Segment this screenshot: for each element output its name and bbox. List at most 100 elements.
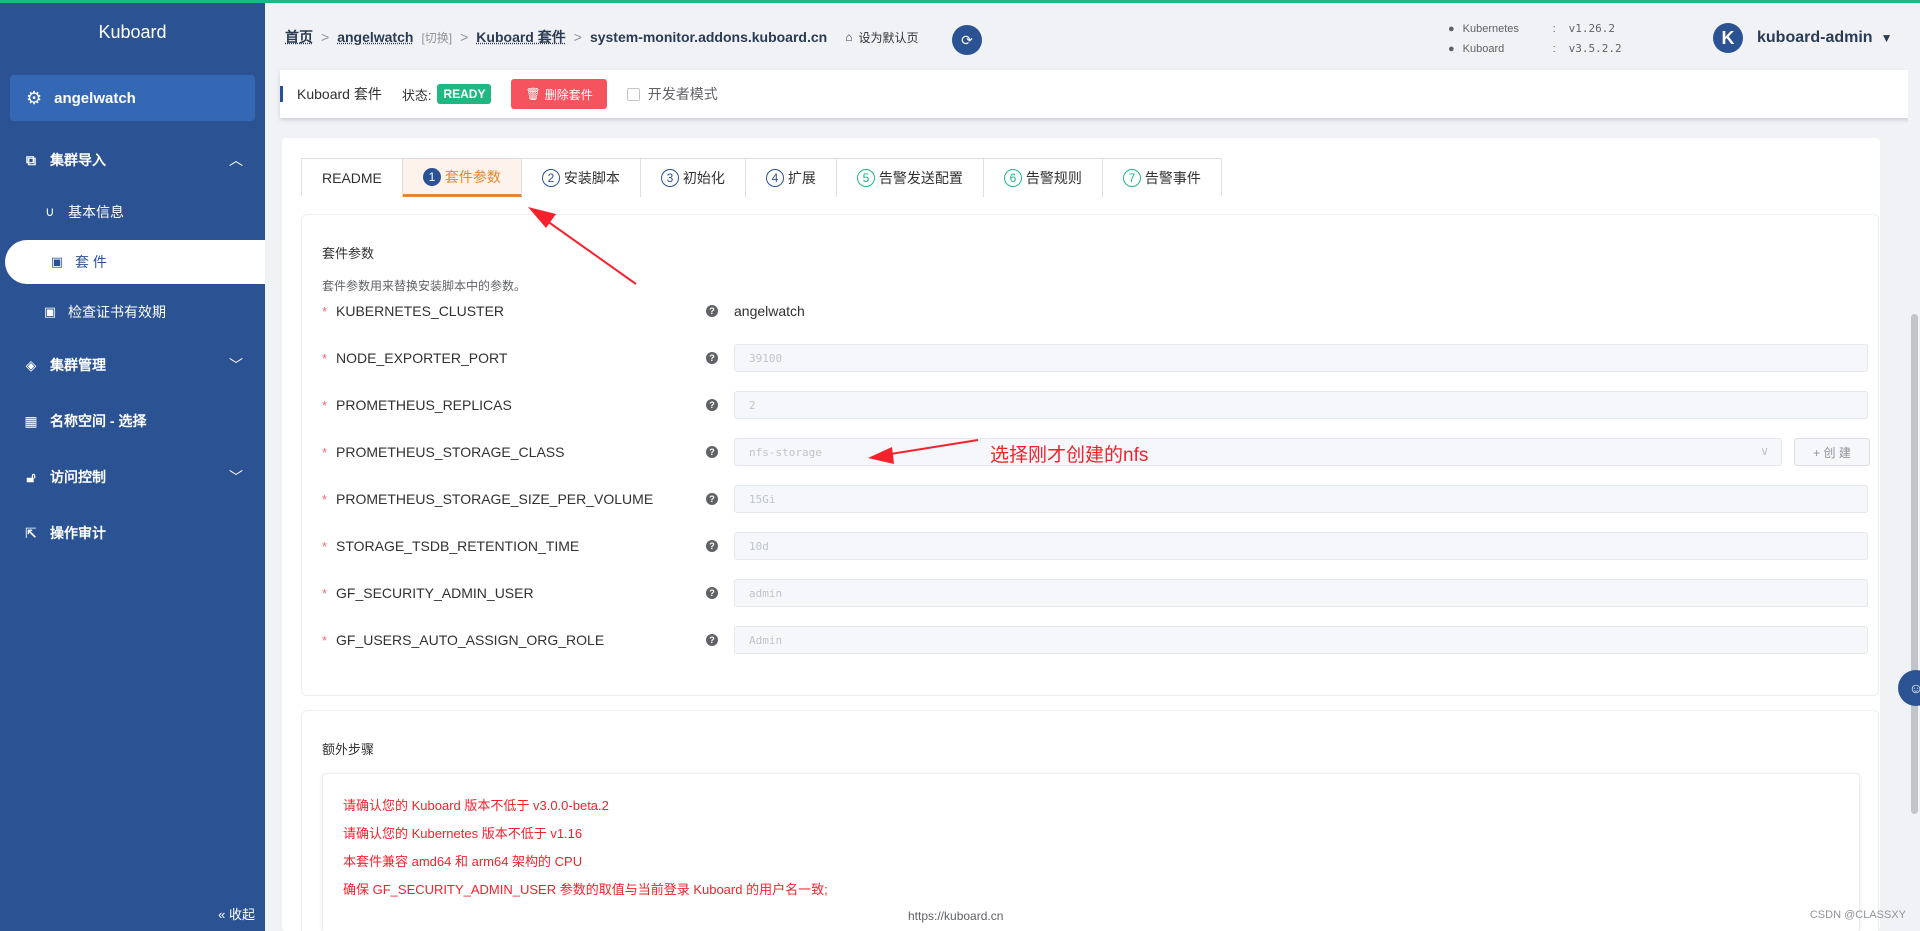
sidebar-item-cluster-manage[interactable]: ◈ 集群管理 ﹀ — [0, 343, 265, 387]
param-name: GF_USERS_AUTO_ASSIGN_ORG_ROLE — [336, 632, 605, 648]
param-name: PROMETHEUS_STORAGE_CLASS — [336, 444, 565, 460]
tab-suite-params[interactable]: 1 套件参数 — [402, 159, 522, 197]
sidebar-item-basic-info[interactable]: ∪ 基本信息 — [0, 190, 265, 234]
retention-time-input[interactable]: 10d — [734, 532, 1868, 560]
home-icon: ⌂ — [845, 30, 853, 44]
help-icon[interactable]: ? — [706, 587, 718, 599]
sidebar-item-check-cert[interactable]: ▣ 检查证书有效期 — [0, 290, 265, 334]
step-number: 5 — [856, 169, 875, 187]
tab-label: 告警发送配置 — [878, 170, 963, 186]
chevron-down-icon: ∨ — [1760, 444, 1769, 458]
extra-step-line: 请确认您的 Kubernetes 版本不低于 v1.16 — [343, 826, 583, 841]
tab-label: 套件参数 — [444, 168, 501, 185]
sidebar-item-cluster-import[interactable]: ⧉ 集群导入 ︿ — [0, 138, 265, 182]
bullet-icon: ● — [1448, 43, 1455, 55]
help-icon[interactable]: ? — [706, 352, 718, 364]
tab-alert-send-config[interactable]: 5 告警发送配置 — [836, 159, 984, 197]
dev-mode-label[interactable]: 开发者模式 — [648, 84, 718, 104]
params-title: 套件参数 — [322, 246, 375, 261]
required-mark: * — [322, 585, 328, 601]
admin-user-input[interactable]: admin — [734, 579, 1868, 607]
sidebar-item-suite[interactable]: ▣ 套 件 — [5, 240, 265, 284]
required-mark: * — [322, 350, 328, 366]
org-role-input[interactable]: Admin — [734, 626, 1868, 654]
required-mark: * — [322, 632, 328, 648]
delete-suite-button[interactable]: 🗑︎ 删除套件 — [511, 79, 607, 109]
layers-icon: ◈ — [25, 356, 37, 373]
prometheus-replicas-input[interactable]: 2 — [734, 391, 1868, 419]
help-icon[interactable]: ? — [706, 446, 718, 458]
footer-url[interactable]: https://kuboard.cn — [908, 909, 1003, 923]
collapse-button[interactable]: « 收起 — [218, 904, 255, 923]
param-value: angelwatch — [734, 303, 805, 319]
lock-icon: 🔓︎ — [26, 468, 36, 485]
trash-icon: 🗑︎ — [525, 87, 541, 101]
create-storage-class-button[interactable]: + 创 建 — [1794, 438, 1870, 466]
extra-steps-box: 请确认您的 Kuboard 版本不低于 v3.0.0-beta.2 请确认您的 … — [322, 773, 1860, 931]
param-row: * GF_SECURITY_ADMIN_USER ? admin — [322, 578, 1872, 608]
tab-label: 安装脚本 — [563, 170, 620, 186]
tab-alert-events[interactable]: 7 告警事件 — [1102, 159, 1221, 197]
sidebar-item-label: 集群管理 — [50, 357, 106, 373]
refresh-button[interactable]: ⟳ — [952, 25, 982, 55]
extra-step-line: 请确认您的 Kuboard 版本不低于 v3.0.0-beta.2 — [343, 798, 609, 813]
help-icon[interactable]: ? — [706, 540, 718, 552]
top-accent-bar — [0, 0, 1920, 3]
breadcrumb-cluster[interactable]: angelwatch — [337, 29, 413, 45]
scrollbar[interactable] — [1908, 64, 1920, 931]
required-mark: * — [322, 538, 328, 554]
param-name: GF_SECURITY_ADMIN_USER — [336, 585, 534, 601]
tab-readme[interactable]: README — [302, 159, 403, 197]
sidebar-item-label: 操作审计 — [50, 525, 106, 541]
param-name: PROMETHEUS_STORAGE_SIZE_PER_VOLUME — [336, 491, 654, 507]
extra-steps-card: 额外步骤 请确认您的 Kuboard 版本不低于 v3.0.0-beta.2 请… — [301, 710, 1879, 931]
param-row: * PROMETHEUS_REPLICAS ? 2 — [322, 390, 1872, 420]
user-menu[interactable]: K kuboard-admin ▼ — [1713, 23, 1892, 53]
step-number: 6 — [1003, 169, 1022, 187]
sidebar-item-label: 集群导入 — [50, 152, 106, 168]
set-default-page-link[interactable]: 设为默认页 — [858, 29, 918, 46]
chat-float-button[interactable]: ☺ — [1898, 670, 1920, 706]
step-number: 3 — [660, 169, 679, 187]
step-number: 1 — [422, 167, 441, 186]
sidebar-item-namespace-select[interactable]: ▦ 名称空间 - 选择 — [0, 399, 265, 443]
node-exporter-port-input[interactable]: 39100 — [734, 344, 1868, 372]
scrollbar-thumb[interactable] — [1911, 314, 1918, 814]
tab-install-script[interactable]: 2 安装脚本 — [521, 159, 641, 197]
sidebar-item-access-control[interactable]: 🔓︎ 访问控制 ﹀ — [0, 455, 265, 499]
storage-class-value: nfs-storage — [749, 445, 822, 459]
required-mark: * — [322, 303, 328, 319]
help-icon[interactable]: ? — [706, 399, 718, 411]
brand-title: Kuboard — [98, 22, 167, 42]
param-name: STORAGE_TSDB_RETENTION_TIME — [336, 538, 580, 554]
breadcrumb-home[interactable]: 首页 — [285, 27, 313, 47]
help-icon[interactable]: ? — [706, 305, 718, 317]
version-value: v3.5.2.2 — [1568, 42, 1622, 55]
params-description: 套件参数用来替换安装脚本中的参数。 — [322, 279, 527, 293]
storage-size-input[interactable]: 15Gi — [734, 485, 1868, 513]
cluster-name: angelwatch — [54, 89, 136, 107]
dev-mode-checkbox[interactable] — [626, 87, 640, 101]
user-name: kuboard-admin — [1757, 29, 1873, 46]
breadcrumb-switch-link[interactable]: [切换] — [421, 29, 452, 46]
header: 首页 > angelwatch [切换] > Kuboard 套件 > syst… — [265, 3, 1920, 73]
cluster-selector[interactable]: ⚙ angelwatch — [10, 75, 255, 121]
breadcrumb-current: system-monitor.addons.kuboard.cn — [589, 29, 828, 45]
version-info: ● Kubernetes : v1.26.2 ● Kuboard : v3.5.… — [1448, 19, 1622, 59]
tab-extend[interactable]: 4 扩展 — [745, 159, 837, 197]
tab-init[interactable]: 3 初始化 — [640, 159, 746, 197]
help-icon[interactable]: ? — [706, 634, 718, 646]
required-mark: * — [322, 444, 328, 460]
chat-icon: ☺ — [1908, 680, 1920, 696]
help-icon[interactable]: ? — [706, 493, 718, 505]
chevron-right-icon: > — [460, 29, 469, 45]
main-panel: README 1 套件参数 2 安装脚本 3 初始化 4 扩展 5 告警发送配置 6 告警规… — [282, 138, 1880, 931]
breadcrumb-suite[interactable]: Kuboard 套件 — [476, 27, 565, 47]
sidebar-item-audit[interactable]: ⇱ 操作审计 — [0, 511, 265, 555]
sidebar-item-label: 名称空间 - 选择 — [50, 413, 147, 429]
param-row: * NODE_EXPORTER_PORT ? 39100 — [322, 343, 1872, 373]
suite-tabs: README 1 套件参数 2 安装脚本 3 初始化 4 扩展 5 告警发送配置 6 告警规… — [301, 158, 1222, 197]
tab-alert-rules[interactable]: 6 告警规则 — [983, 159, 1103, 197]
extra-steps-title: 额外步骤 — [322, 742, 375, 757]
storage-class-select[interactable]: nfs-storage ∨ — [734, 438, 1782, 466]
